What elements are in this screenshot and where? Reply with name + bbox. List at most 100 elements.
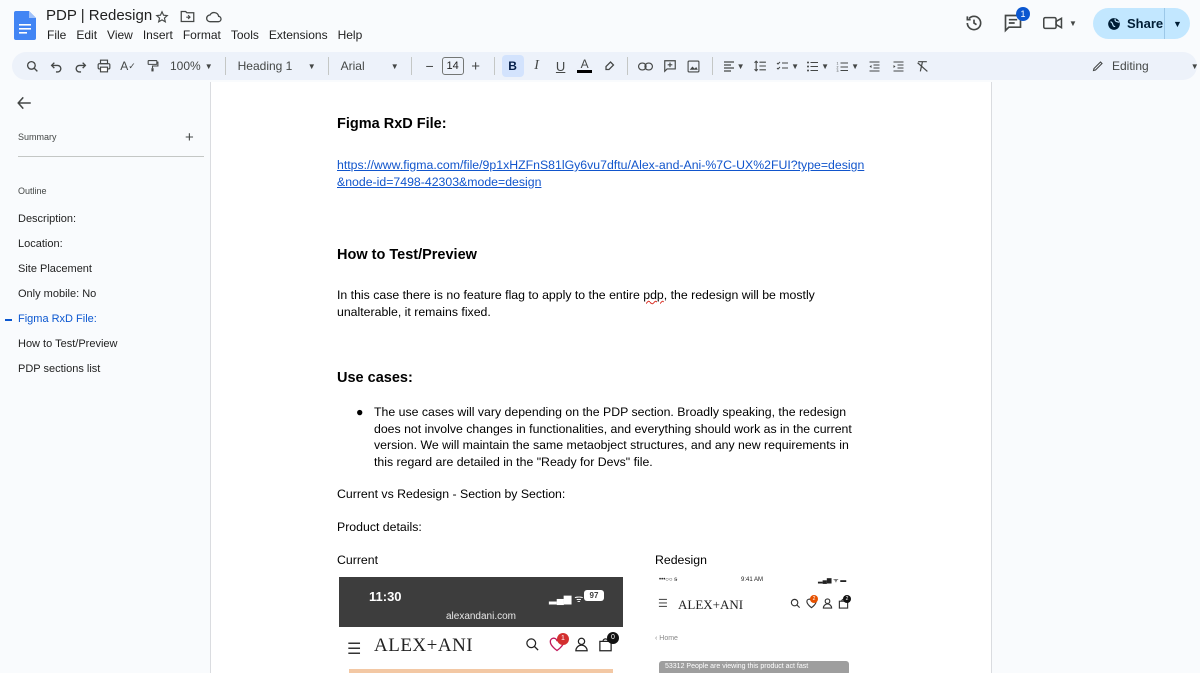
outline-label: Outline: [18, 186, 47, 196]
signal-wifi-icon: ▂▄▆ ᯤ: [549, 594, 584, 605]
redo-icon[interactable]: [68, 52, 92, 80]
test-heading: How to Test/Preview: [337, 247, 477, 263]
compare-text: Current vs Redesign - Section by Section…: [337, 487, 566, 501]
outline-item-figma-rxd[interactable]: Figma RxD File:: [0, 312, 210, 337]
toolbar-divider: [327, 57, 329, 75]
bullet-text: The use cases will vary depending on the…: [374, 405, 847, 419]
star-icon[interactable]: [153, 8, 170, 25]
toolbar-divider: [224, 57, 226, 75]
search-menus-icon[interactable]: [20, 52, 44, 80]
figma-link-line-2: &node-id=7498-42303&mode=design: [337, 174, 542, 189]
comments-icon[interactable]: 1: [1002, 7, 1030, 34]
menu-file[interactable]: File: [47, 28, 66, 42]
zoom-select[interactable]: 100% ▼: [164, 52, 219, 80]
insert-image-icon[interactable]: [682, 52, 706, 80]
comments-badge: 1: [1016, 7, 1030, 21]
status-bar: 11:30 ▂▄▆ ᯤ 97 alexandani.com: [339, 577, 623, 627]
meet-button[interactable]: ▼: [1043, 12, 1079, 34]
hamburger-menu-icon: ☰: [658, 598, 668, 610]
menu-extensions[interactable]: Extensions: [269, 28, 328, 42]
line-spacing-icon[interactable]: [749, 52, 773, 80]
outline-item-site-placement[interactable]: Site Placement: [0, 262, 210, 287]
back-arrow-icon[interactable]: [17, 94, 32, 115]
bullet-text: does not involve changes in functionalit…: [374, 421, 852, 436]
account-icon: [574, 637, 589, 657]
brand-logo: ALEX+ANI: [374, 635, 474, 656]
move-folder-icon[interactable]: [179, 8, 196, 25]
share-button[interactable]: Share ▼: [1093, 8, 1190, 39]
insert-link-icon[interactable]: [634, 52, 658, 80]
bullet-text: version. We will maintain the same metao…: [374, 438, 849, 452]
menu-edit[interactable]: Edit: [76, 28, 97, 42]
viewers-banner: 53312 People are viewing this product ac…: [659, 661, 849, 673]
font-family-select[interactable]: Arial ▼: [335, 52, 405, 80]
numbered-list-icon[interactable]: 1 2 3 ▼: [833, 52, 863, 80]
menu-format[interactable]: Format: [183, 28, 221, 42]
test-text: In this case there is no feature flag to…: [337, 288, 644, 302]
cart-bag-icon: 2: [838, 595, 851, 612]
share-label: Share: [1127, 16, 1164, 31]
text-color-button[interactable]: A: [573, 52, 597, 80]
print-icon[interactable]: [92, 52, 116, 80]
menu-view[interactable]: View: [107, 28, 133, 42]
document-canvas[interactable]: Figma RxD File: https://www.figma.com/fi…: [210, 82, 992, 673]
video-call-icon: [1043, 16, 1063, 30]
add-comment-icon[interactable]: [658, 52, 682, 80]
paragraph-style-select[interactable]: Heading 1 ▼: [232, 52, 322, 80]
status-time: 9:41 AM: [741, 577, 764, 583]
font-family-value: Arial: [340, 59, 365, 73]
italic-button[interactable]: I: [525, 52, 549, 80]
outline-item-description[interactable]: Description:: [0, 212, 210, 237]
spellcheck-icon[interactable]: A ✓: [116, 52, 140, 80]
share-dropdown-icon[interactable]: ▼: [1165, 19, 1190, 29]
test-paragraph: In this case there is no feature flag to…: [337, 287, 815, 320]
search-icon: [790, 598, 801, 612]
formatting-toolbar: A ✓ 100% ▼ Heading 1 ▼ Arial ▼ − 14 + B I…: [12, 52, 1199, 80]
menu-insert[interactable]: Insert: [143, 28, 173, 42]
bulleted-list-icon[interactable]: ▼: [803, 52, 833, 80]
current-label: Current: [337, 553, 379, 567]
clear-formatting-icon[interactable]: [911, 52, 935, 80]
outline-item-pdp-sections[interactable]: PDP sections list: [0, 362, 210, 387]
figma-link-line-1: https://www.figma.com/file/9p1xHZFnS81lG…: [337, 158, 865, 172]
hamburger-menu-icon: ☰: [347, 641, 362, 658]
cart-bag-icon: 0: [598, 632, 619, 657]
version-history-icon[interactable]: [963, 12, 985, 34]
document-title[interactable]: PDP | Redesign: [46, 7, 152, 24]
figma-link[interactable]: https://www.figma.com/file/9p1xHZFnS81lG…: [337, 157, 864, 190]
account-icon: [822, 598, 833, 612]
bold-button[interactable]: B: [501, 52, 525, 80]
underline-button[interactable]: U: [549, 52, 573, 80]
zoom-value: 100%: [170, 59, 201, 73]
decrease-indent-icon[interactable]: [863, 52, 887, 80]
increase-indent-icon[interactable]: [887, 52, 911, 80]
chevron-down-icon: ▼: [204, 61, 213, 71]
align-icon[interactable]: ▼: [719, 52, 749, 80]
font-size-input[interactable]: 14: [441, 52, 464, 80]
docs-logo-icon[interactable]: [14, 11, 36, 40]
current-mobile-screenshot[interactable]: 11:30 ▂▄▆ ᯤ 97 alexandani.com ☰ ALEX+ANI…: [339, 577, 623, 673]
carrier-signal: •••○○ ᵴ: [659, 577, 678, 583]
redesign-mobile-screenshot[interactable]: •••○○ ᵴ 9:41 AM ▂▄▆ ᯤ ▬ ☰ ALEX+ANI 2 2 ‹…: [655, 575, 861, 673]
menu-tools[interactable]: Tools: [231, 28, 259, 42]
outline-item-how-to-test[interactable]: How to Test/Preview: [0, 337, 210, 362]
svg-text:3: 3: [837, 69, 839, 72]
spelling-error[interactable]: pdp: [643, 288, 664, 302]
paint-format-icon[interactable]: [140, 52, 164, 80]
menu-help[interactable]: Help: [338, 28, 363, 42]
highlight-color-icon[interactable]: [597, 52, 621, 80]
editing-mode-select[interactable]: Editing ▼: [1092, 52, 1199, 80]
toolbar-divider: [410, 57, 412, 75]
outline-item-location[interactable]: Location:: [0, 237, 210, 262]
outline-item-only-mobile[interactable]: Only mobile: No: [0, 287, 210, 312]
battery-level: 97: [584, 590, 604, 601]
checklist-icon[interactable]: ▼: [773, 52, 803, 80]
cloud-saved-icon[interactable]: [205, 8, 222, 25]
wishlist-heart-icon: 2: [806, 595, 818, 612]
add-summary-icon[interactable]: +: [185, 129, 194, 146]
increase-font-size-button[interactable]: +: [464, 52, 488, 80]
decrease-font-size-button[interactable]: −: [418, 52, 442, 80]
pencil-icon: [1092, 61, 1103, 72]
use-cases-list-item: ● The use cases will vary depending on t…: [337, 404, 877, 470]
undo-icon[interactable]: [44, 52, 68, 80]
